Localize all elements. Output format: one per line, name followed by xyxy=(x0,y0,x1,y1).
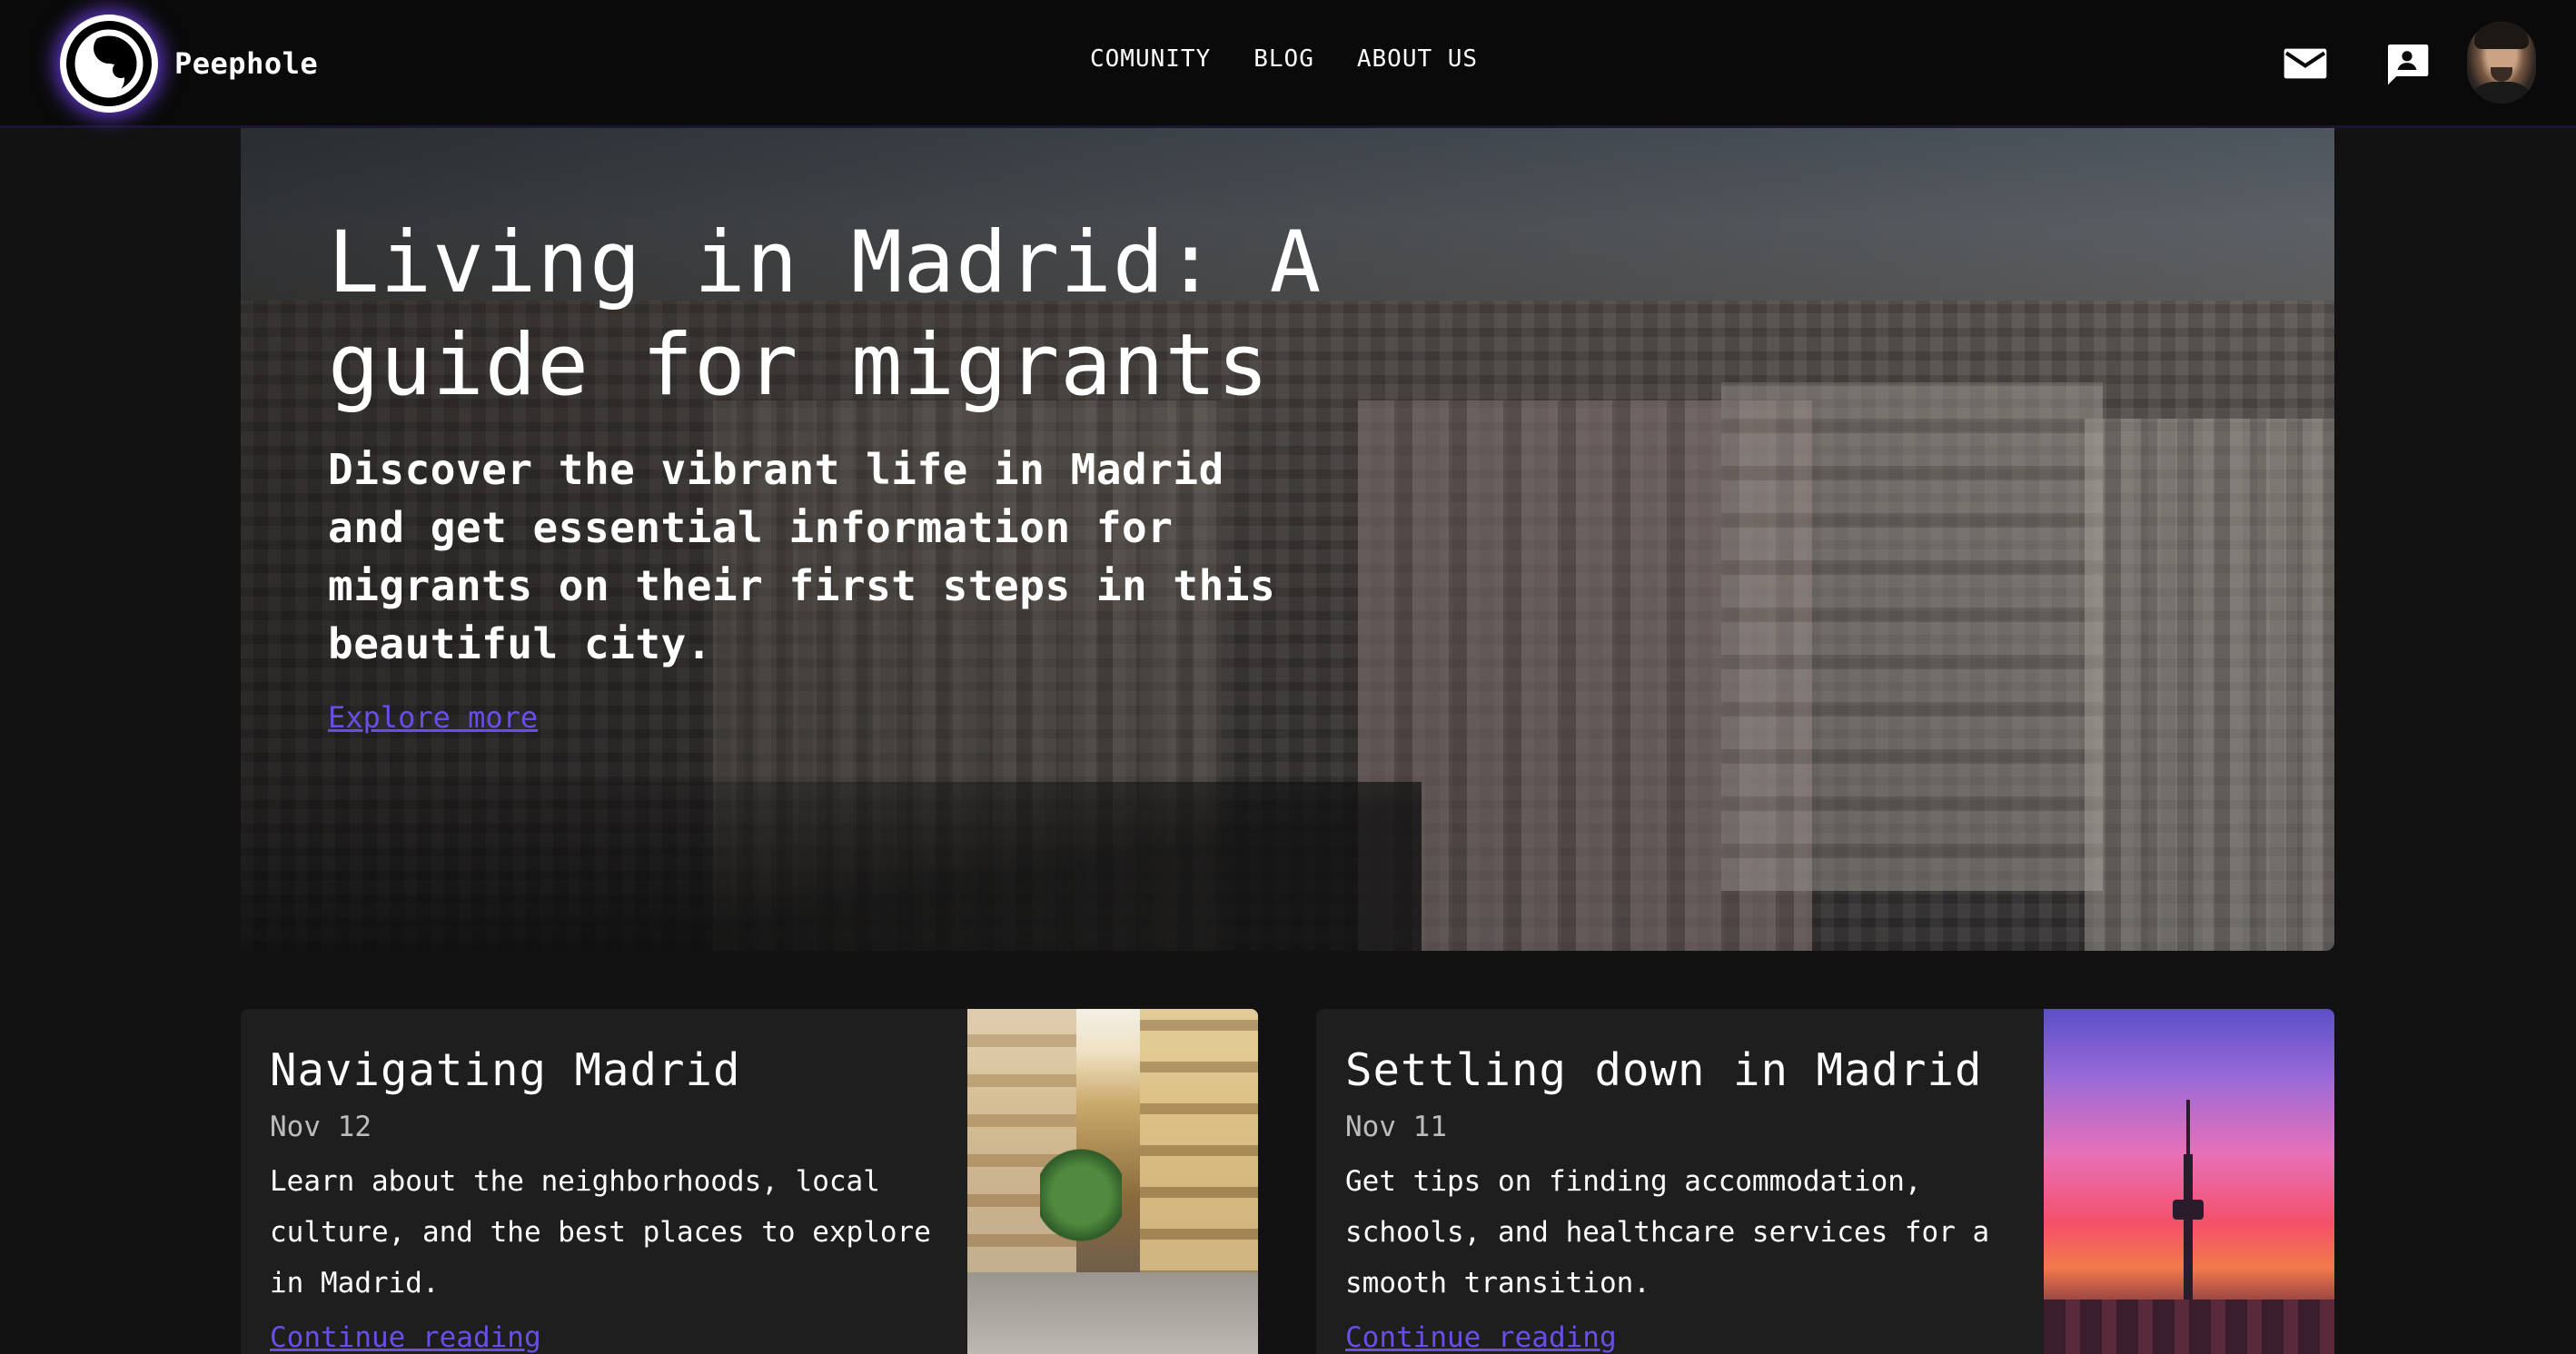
mail-icon[interactable] xyxy=(2280,38,2331,89)
post-card-text: Settling down in Madrid Nov 11 Get tips … xyxy=(1345,1043,2036,1354)
main-nav: COMUNITY BLOG ABOUT US xyxy=(1090,45,1478,73)
post-image xyxy=(2044,1009,2334,1354)
image-tree xyxy=(1040,1145,1122,1245)
post-card[interactable]: Navigating Madrid Nov 12 Learn about the… xyxy=(241,1009,1258,1354)
post-card[interactable]: Settling down in Madrid Nov 11 Get tips … xyxy=(1316,1009,2334,1354)
post-image xyxy=(967,1009,1258,1354)
avatar-shirt xyxy=(2467,82,2536,104)
image-road xyxy=(967,1272,1258,1354)
avatar-hair xyxy=(2474,22,2529,49)
nav-link-about-us[interactable]: ABOUT US xyxy=(1357,45,1478,73)
post-title: Settling down in Madrid xyxy=(1345,1044,1983,1096)
top-navbar: Peephole COMUNITY BLOG ABOUT US xyxy=(0,0,2576,128)
user-avatar[interactable] xyxy=(2467,22,2536,104)
brand-link[interactable]: Peephole xyxy=(60,15,318,113)
post-description: Get tips on finding accommodation, schoo… xyxy=(1345,1165,1990,1300)
post-title: Navigating Madrid xyxy=(270,1044,741,1096)
hero-title: Living in Madrid: A guide for migrants xyxy=(328,213,1323,415)
post-date: Nov 11 xyxy=(1345,1111,1447,1143)
explore-more-link[interactable]: Explore more xyxy=(328,700,538,735)
brand-name: Peephole xyxy=(174,46,319,81)
nav-link-blog[interactable]: BLOG xyxy=(1253,45,1314,73)
nav-link-community[interactable]: COMUNITY xyxy=(1090,45,1211,73)
logo-icon xyxy=(60,15,158,113)
image-rooftops xyxy=(2044,1300,2334,1354)
hero-description: Discover the vibrant life in Madrid and … xyxy=(328,445,1276,668)
post-card-text: Navigating Madrid Nov 12 Learn about the… xyxy=(270,1043,960,1354)
image-tower-pod xyxy=(2173,1200,2204,1220)
post-description: Learn about the neighborhoods, local cul… xyxy=(270,1165,931,1300)
hero-content: Living in Madrid: A guide for migrants D… xyxy=(328,212,1372,735)
avatar-beard xyxy=(2491,67,2512,82)
post-date: Nov 12 xyxy=(270,1111,372,1143)
chat-icon[interactable] xyxy=(2382,38,2432,89)
hero-banner: Living in Madrid: A guide for migrants D… xyxy=(241,128,2334,951)
